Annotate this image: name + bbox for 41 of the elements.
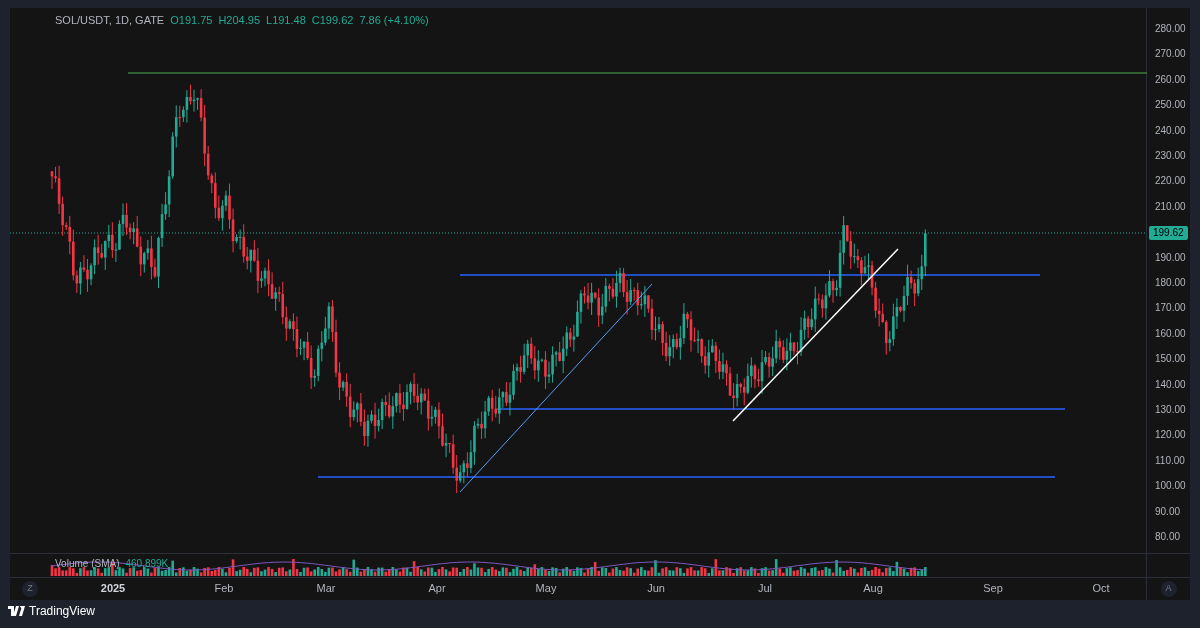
close-value: C199.62: [311, 15, 354, 26]
brand-name: TradingView: [29, 605, 96, 617]
symbol-label: SOL/USDT, 1D, GATE: [55, 15, 165, 26]
date-label: Mar: [316, 583, 336, 594]
price-label: 170.00: [1155, 303, 1186, 314]
price-label: 220.00: [1155, 176, 1186, 187]
price-label: 260.00: [1155, 74, 1186, 85]
price-label: 90.00: [1155, 506, 1181, 517]
price-label: 80.00: [1155, 532, 1181, 542]
price-label: 130.00: [1155, 405, 1186, 415]
logo-icon: [8, 606, 25, 616]
date-label: Oct: [1092, 583, 1110, 594]
low-value: L191.48: [266, 15, 306, 26]
price-label: 250.00: [1155, 100, 1186, 111]
price-label: 120.00: [1155, 430, 1186, 441]
date-label: Apr: [428, 583, 446, 594]
price-label: 270.00: [1155, 49, 1186, 60]
price-label: 230.00: [1155, 151, 1186, 161]
price-label: 160.00: [1155, 328, 1186, 339]
date-label: Sep: [983, 583, 1003, 594]
price-label: 100.00: [1155, 481, 1186, 492]
change-value: 7.86 (+4.10%): [359, 15, 429, 26]
date-label: May: [535, 583, 557, 594]
price-label: 280.00: [1155, 24, 1186, 34]
open-value: O191.75: [170, 15, 213, 26]
date-label: Aug: [863, 583, 883, 594]
price-label: 190.00: [1155, 252, 1186, 263]
price-label: 180.00: [1155, 278, 1186, 288]
date-label: Feb: [214, 583, 234, 594]
date-label: Jun: [647, 583, 665, 594]
price-label: 150.00: [1155, 354, 1186, 365]
date-label: Jul: [757, 583, 773, 594]
auto-scale-button[interactable]: A: [1160, 581, 1177, 597]
price-label: 140.00: [1155, 379, 1186, 390]
scale-button[interactable]: Z: [22, 581, 38, 597]
date-label: 2025: [100, 583, 126, 594]
high-value: H204.95: [218, 15, 260, 26]
price-label: 210.00: [1155, 201, 1186, 212]
last-price-badge: 199.62: [1149, 226, 1188, 240]
price-label: 240.00: [1155, 125, 1186, 136]
price-label: 110.00: [1155, 455, 1185, 466]
